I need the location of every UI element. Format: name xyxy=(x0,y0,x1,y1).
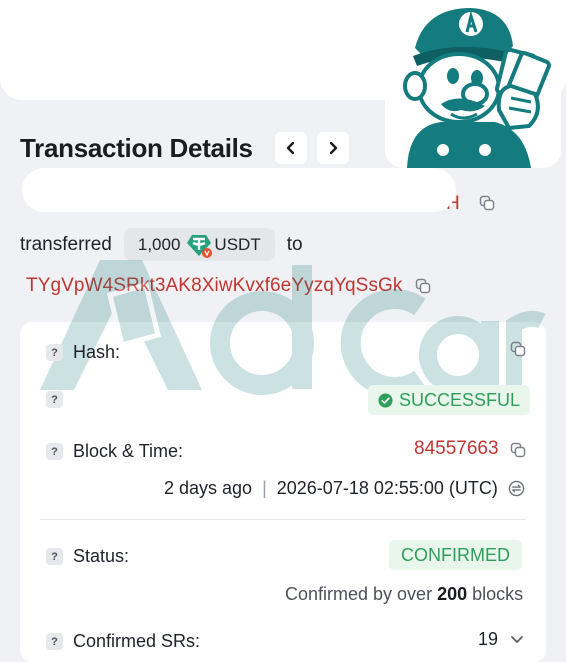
time-line: 2 days ago | 2026-07-18 02:55:00 (UTC) xyxy=(164,478,525,499)
status-label: Status: xyxy=(73,546,130,566)
chevron-left-icon xyxy=(286,141,294,155)
block-number-link[interactable]: 84557663 xyxy=(414,438,499,460)
help-icon[interactable]: ? xyxy=(46,548,63,565)
confirmed-srs-label: Confirmed SRs: xyxy=(73,631,201,651)
confirmed-srs-toggle[interactable]: 19 xyxy=(478,629,524,650)
divider xyxy=(40,519,526,520)
block-time-row: ? Block & Time: xyxy=(46,441,183,462)
token-symbol[interactable]: USDT xyxy=(214,235,260,255)
to-address[interactable]: TYgVpW4SRkt3AK8XiwKvxf6eYyzqYqSsGk xyxy=(26,275,403,297)
confirmed-srs-row: ? Confirmed SRs: xyxy=(46,631,200,652)
help-icon[interactable]: ? xyxy=(46,344,63,361)
help-icon[interactable]: ? xyxy=(46,391,63,408)
block-time-label: Block & Time: xyxy=(73,441,184,461)
check-circle-icon xyxy=(378,392,393,408)
help-icon[interactable]: ? xyxy=(46,443,63,460)
transfer-verb: transferred xyxy=(20,233,112,255)
page-title: Transaction Details xyxy=(20,132,253,163)
result-status: SUCCESSFUL xyxy=(399,389,521,410)
title-row: Transaction Details xyxy=(20,132,349,164)
copy-icon[interactable] xyxy=(510,442,526,458)
confirmed-srs-count: 19 xyxy=(478,629,499,649)
timestamp: 2026-07-18 02:55:00 (UTC) xyxy=(276,478,498,498)
result-row: ? xyxy=(46,391,73,408)
copy-icon[interactable] xyxy=(479,195,495,211)
copy-icon[interactable] xyxy=(510,341,526,357)
status-value: CONFIRMED xyxy=(401,544,510,565)
confirmation-note: Confirmed by over 200 blocks xyxy=(285,584,523,605)
transfer-connector: to xyxy=(286,233,303,255)
result-badge: SUCCESSFUL xyxy=(368,385,531,415)
next-button[interactable] xyxy=(316,132,349,164)
confirmed-prefix: Confirmed by over xyxy=(285,584,433,604)
mascot-sticker xyxy=(385,0,561,168)
help-icon[interactable]: ? xyxy=(46,633,63,650)
time-convert-icon[interactable] xyxy=(508,480,525,497)
relative-time: 2 days ago xyxy=(164,478,253,498)
redaction-mask xyxy=(22,168,456,212)
chevron-down-icon xyxy=(511,635,523,643)
hash-label: Hash: xyxy=(73,342,121,362)
hash-row: ? Hash: xyxy=(46,342,120,363)
usdt-token-icon xyxy=(186,232,213,258)
confirmed-suffix: blocks xyxy=(472,584,524,604)
to-address-row: TYgVpW4SRkt3AK8XiwKvxf6eYyzqYqSsGk xyxy=(26,275,431,297)
chevron-right-icon xyxy=(329,141,337,155)
transfer-summary: transferred 1,000 USDT to xyxy=(20,228,303,261)
status-badge: CONFIRMED xyxy=(389,540,522,570)
mascot-illustration xyxy=(403,8,551,168)
copy-icon[interactable] xyxy=(415,278,431,294)
previous-button[interactable] xyxy=(274,132,307,164)
transfer-amount: 1,000 xyxy=(137,234,181,254)
status-row: ? Status: xyxy=(46,546,129,567)
time-separator: | xyxy=(262,478,267,498)
amount-pill: 1,000 USDT xyxy=(123,228,275,261)
confirmed-count: 200 xyxy=(437,584,468,604)
